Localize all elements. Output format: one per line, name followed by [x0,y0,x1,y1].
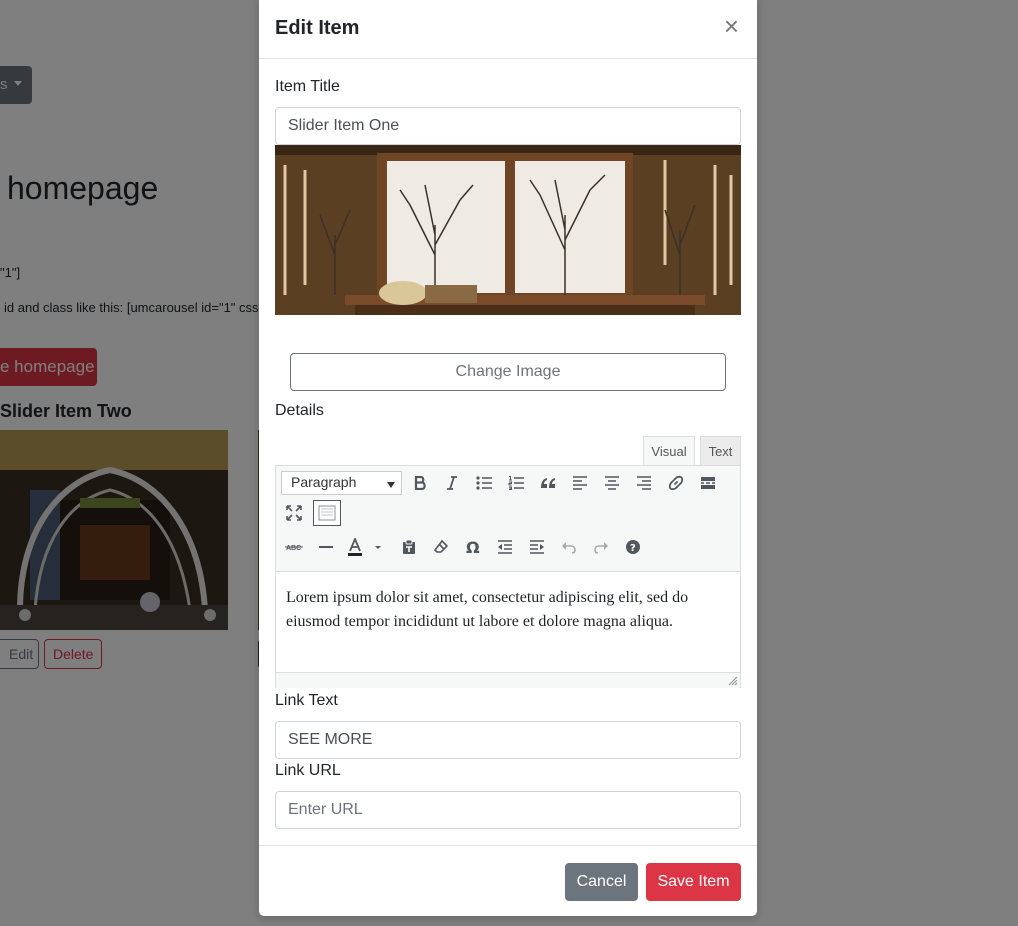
italic-icon[interactable] [439,470,465,496]
cancel-button[interactable]: Cancel [565,863,638,901]
editor-toolbar: Paragraph ABC Ω ? [276,466,740,572]
details-label: Details [275,402,324,419]
paste-as-text-icon[interactable] [396,534,422,560]
align-center-icon[interactable] [599,470,625,496]
link-text-label: Link Text [275,692,338,709]
help-icon[interactable]: ? [620,534,646,560]
indent-icon[interactable] [524,534,550,560]
blockquote-icon[interactable] [535,470,561,496]
modal-header: Edit Item × [259,0,757,59]
svg-text:?: ? [630,543,636,554]
svg-text:Ω: Ω [466,539,480,555]
modal-footer: Cancel Save Item [259,845,757,916]
clear-formatting-icon[interactable] [428,534,454,560]
strikethrough-icon[interactable]: ABC [281,534,307,560]
align-right-icon[interactable] [631,470,657,496]
numbered-list-icon[interactable] [503,470,529,496]
editor-tab-text[interactable]: Text [700,436,741,466]
editor-statusbar [276,672,740,688]
format-select[interactable]: Paragraph [281,471,402,495]
link-icon[interactable] [663,470,689,496]
item-title-input[interactable] [275,107,741,145]
save-item-button[interactable]: Save Item [646,863,741,901]
bold-icon[interactable] [407,470,433,496]
item-title-label: Item Title [275,78,340,95]
redo-icon[interactable] [588,534,614,560]
resize-handle-icon[interactable] [728,676,738,686]
link-url-input[interactable] [275,791,741,829]
outdent-icon[interactable] [492,534,518,560]
align-left-icon[interactable] [567,470,593,496]
toolbar-toggle-icon[interactable] [313,500,341,526]
bulleted-list-icon[interactable] [471,470,497,496]
read-more-icon[interactable] [695,470,721,496]
link-text-input[interactable] [275,721,741,759]
item-preview-image [275,145,741,315]
rich-text-editor: Paragraph ABC Ω ? Lorem ipsum dolor sit … [275,465,741,688]
editor-tab-visual[interactable]: Visual [643,436,695,466]
format-select-value: Paragraph [291,474,357,490]
editor-content[interactable]: Lorem ipsum dolor sit amet, consectetur … [276,572,740,672]
change-image-button[interactable]: Change Image [290,353,726,391]
svg-text:ABC: ABC [286,545,301,552]
special-character-icon[interactable]: Ω [460,534,486,560]
undo-icon[interactable] [556,534,582,560]
text-color-icon[interactable] [345,534,385,560]
link-url-label: Link URL [275,762,341,779]
fullscreen-icon[interactable] [281,500,307,526]
horizontal-line-icon[interactable] [313,534,339,560]
modal-title: Edit Item [275,17,360,39]
caret-down-icon [387,482,395,488]
close-icon[interactable]: × [724,13,739,39]
edit-item-modal: Edit Item × Item Title Change Image Deta… [259,0,757,916]
